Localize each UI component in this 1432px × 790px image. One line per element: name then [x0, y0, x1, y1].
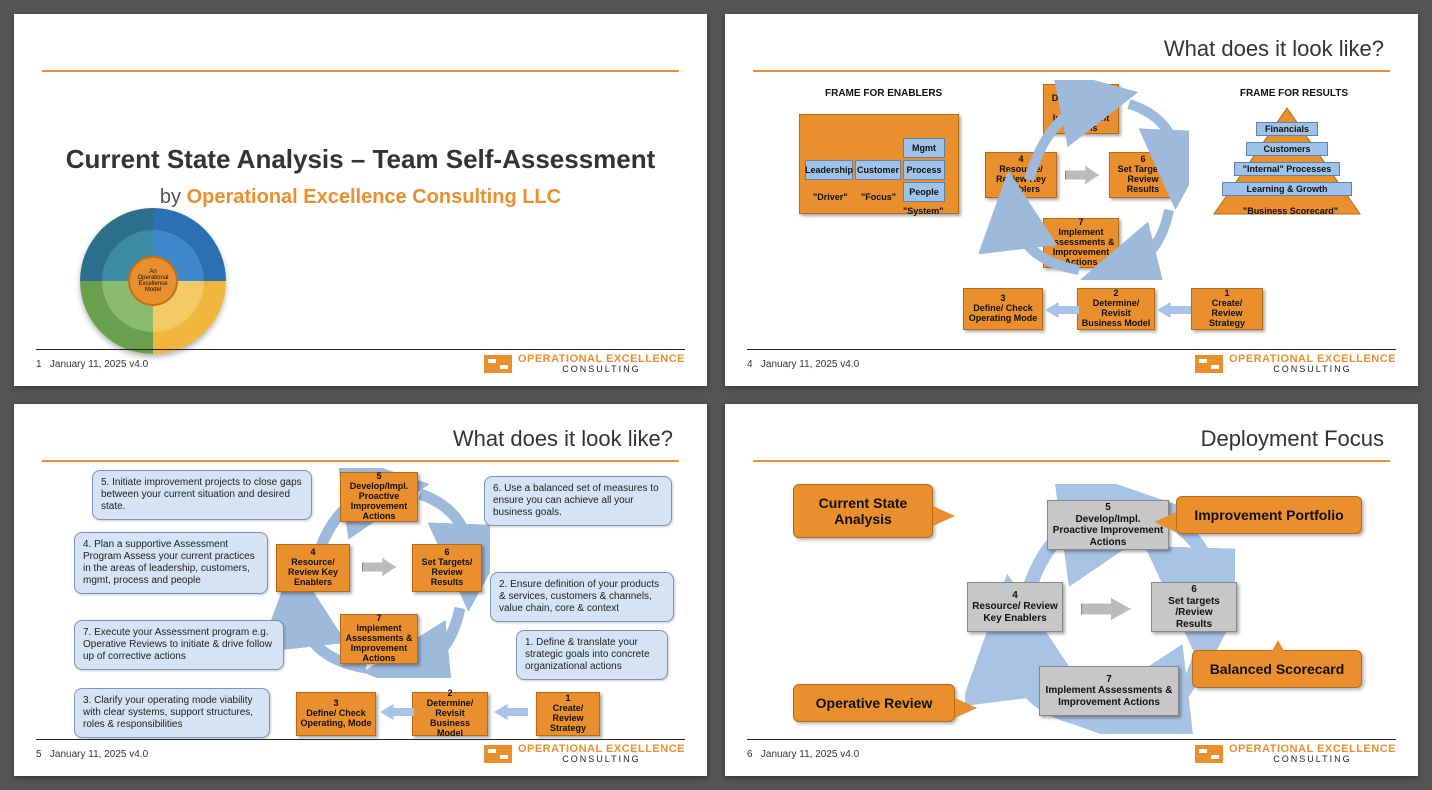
- tail-icon: [933, 506, 955, 526]
- cell-process: Process: [903, 160, 945, 180]
- arrow-2-3-icon: [1045, 302, 1079, 318]
- tail-icon: [1268, 640, 1288, 658]
- footer-meta: 6 January 11, 2025 v4.0: [747, 749, 859, 760]
- excellence-wheel-icon: An Operational Excellence Model: [80, 208, 226, 354]
- box-3: 3Define/ Check Operating, Mode: [296, 692, 376, 736]
- box-5: 5Develop/Impl. Proactive Improvement Act…: [1047, 500, 1169, 550]
- brand-logo: OPERATIONAL EXCELLENCE CONSULTING: [484, 354, 685, 374]
- cell-leadership: Leadership: [805, 160, 853, 180]
- brand-sub: CONSULTING: [1229, 365, 1396, 374]
- brand-mark-icon: [1195, 745, 1223, 763]
- pyr-customers: Customers: [1246, 142, 1328, 156]
- box-4: 4Resource/ Review Key Enablers: [967, 582, 1063, 632]
- brand-mark-icon: [1195, 355, 1223, 373]
- frame-results-header: FRAME FOR RESULTS: [1240, 88, 1348, 99]
- callout-1: 1. Define & translate your strategic goa…: [516, 630, 668, 680]
- slide-4: What does it look like? FRAME FOR ENABLE…: [725, 14, 1418, 386]
- slide6-title: Deployment Focus: [1201, 426, 1384, 452]
- slide-footer: 1 January 11, 2025 v4.0 OPERATIONAL EXCE…: [36, 349, 685, 374]
- slide-footer: 4 January 11, 2025 v4.0 OPERATIONAL EXCE…: [747, 349, 1396, 374]
- divider: [42, 70, 679, 72]
- callout-3: 3. Clarify your operating mode viability…: [74, 688, 270, 738]
- cell-customer: Customer: [855, 160, 901, 180]
- tail-icon: [1154, 512, 1176, 532]
- box-6: 6Set targets /Review Results: [1151, 582, 1237, 632]
- brand-mark-icon: [484, 355, 512, 373]
- footer-date: January 11, 2025 v4.0: [761, 359, 859, 370]
- brand-logo: OPERATIONAL EXCELLENCE CONSULTING: [1195, 744, 1396, 764]
- footer-date: January 11, 2025 v4.0: [761, 749, 859, 760]
- page-number: 6: [747, 749, 753, 760]
- brand-sub: CONSULTING: [1229, 755, 1396, 764]
- box-7: 7Implement Assessments & Improvement Act…: [1039, 666, 1179, 716]
- slide-footer: 5 January 11, 2025 v4.0 OPERATIONAL EXCE…: [36, 739, 685, 764]
- box-6: 6Set Targets/ Review Results: [412, 544, 482, 592]
- callout-ip: Improvement Portfolio: [1176, 496, 1362, 534]
- slide1-subtitle: by Operational Excellence Consulting LLC: [14, 186, 707, 209]
- by-prefix: by: [160, 186, 187, 208]
- footer-meta: 5 January 11, 2025 v4.0: [36, 749, 148, 760]
- slide-1: Current State Analysis – Team Self-Asses…: [14, 14, 707, 386]
- box-1: 1Create/ Review Strategy: [536, 692, 600, 736]
- footer-meta: 4 January 11, 2025 v4.0: [747, 359, 859, 370]
- brand-mark-icon: [484, 745, 512, 763]
- pyr-learning: Learning & Growth: [1222, 182, 1352, 196]
- page-number: 4: [747, 359, 753, 370]
- box-2: 2Determine/ Revisit Business Model: [1077, 288, 1155, 330]
- footer-date: January 11, 2025 v4.0: [50, 359, 148, 370]
- label-driver: "Driver": [813, 192, 848, 202]
- callout-csa: Current State Analysis: [793, 484, 933, 538]
- footer-date: January 11, 2025 v4.0: [50, 749, 148, 760]
- cycle-arrows-icon: [979, 80, 1189, 280]
- box-2: 2Determine/ Revisit Business Model: [412, 692, 488, 736]
- box-1: 1Create/ Review Strategy: [1191, 288, 1263, 330]
- arrow-1-2-icon: [494, 704, 528, 720]
- slide-5: What does it look like? 5Develop/Impl. P…: [14, 404, 707, 776]
- arrow-2-3-icon: [380, 704, 414, 720]
- page-number: 1: [36, 359, 42, 370]
- pyr-internal: "Internal" Processes: [1234, 162, 1340, 176]
- pyr-financials: Financials: [1256, 122, 1318, 136]
- brand-sub: CONSULTING: [518, 755, 685, 764]
- brand-logo: OPERATIONAL EXCELLENCE CONSULTING: [484, 744, 685, 764]
- brand-logo: OPERATIONAL EXCELLENCE CONSULTING: [1195, 354, 1396, 374]
- box-5: 5Develop/Impl. Proactive Improvement Act…: [340, 472, 418, 522]
- cell-people: People: [903, 182, 945, 202]
- callout-4: 4. Plan a supportive Assessment Program …: [74, 532, 268, 594]
- box-7: 7Implement Assessments & Improvement Act…: [340, 614, 418, 664]
- slide1-title: Current State Analysis – Team Self-Asses…: [14, 144, 707, 175]
- slide-grid: Current State Analysis – Team Self-Asses…: [0, 0, 1432, 790]
- callout-7: 7. Execute your Assessment program e.g. …: [74, 620, 284, 670]
- pyramid-caption: "Business Scorecard": [1243, 206, 1338, 216]
- brand-sub: CONSULTING: [518, 365, 685, 374]
- box-3: 3Define/ Check Operating Mode: [963, 288, 1043, 330]
- label-focus: "Focus": [861, 192, 896, 202]
- divider: [42, 460, 679, 462]
- slide5-title: What does it look like?: [453, 426, 673, 452]
- footer-meta: 1 January 11, 2025 v4.0: [36, 359, 148, 370]
- slide4-title: What does it look like?: [1164, 36, 1384, 62]
- label-system: "System": [903, 206, 944, 216]
- frame-enablers-header: FRAME FOR ENABLERS: [825, 88, 942, 99]
- slide-6: Deployment Focus 5Develop/Impl. Proactiv…: [725, 404, 1418, 776]
- callout-2: 2. Ensure definition of your products & …: [490, 572, 674, 622]
- slide-footer: 6 January 11, 2025 v4.0 OPERATIONAL EXCE…: [747, 739, 1396, 764]
- company-name: Operational Excellence Consulting LLC: [187, 186, 562, 208]
- callout-or: Operative Review: [793, 684, 955, 722]
- box-4: 4Resource/ Review Key Enablers: [276, 544, 350, 592]
- callout-5: 5. Initiate improvement projects to clos…: [92, 470, 312, 520]
- tail-icon: [955, 698, 977, 718]
- divider: [753, 460, 1390, 462]
- arrow-1-2-icon: [1157, 302, 1191, 318]
- divider: [753, 70, 1390, 72]
- page-number: 5: [36, 749, 42, 760]
- callout-6: 6. Use a balanced set of measures to ens…: [484, 476, 672, 526]
- cell-mgmt: Mgmt: [903, 138, 945, 158]
- wheel-center-label: An Operational Excellence Model: [80, 208, 226, 354]
